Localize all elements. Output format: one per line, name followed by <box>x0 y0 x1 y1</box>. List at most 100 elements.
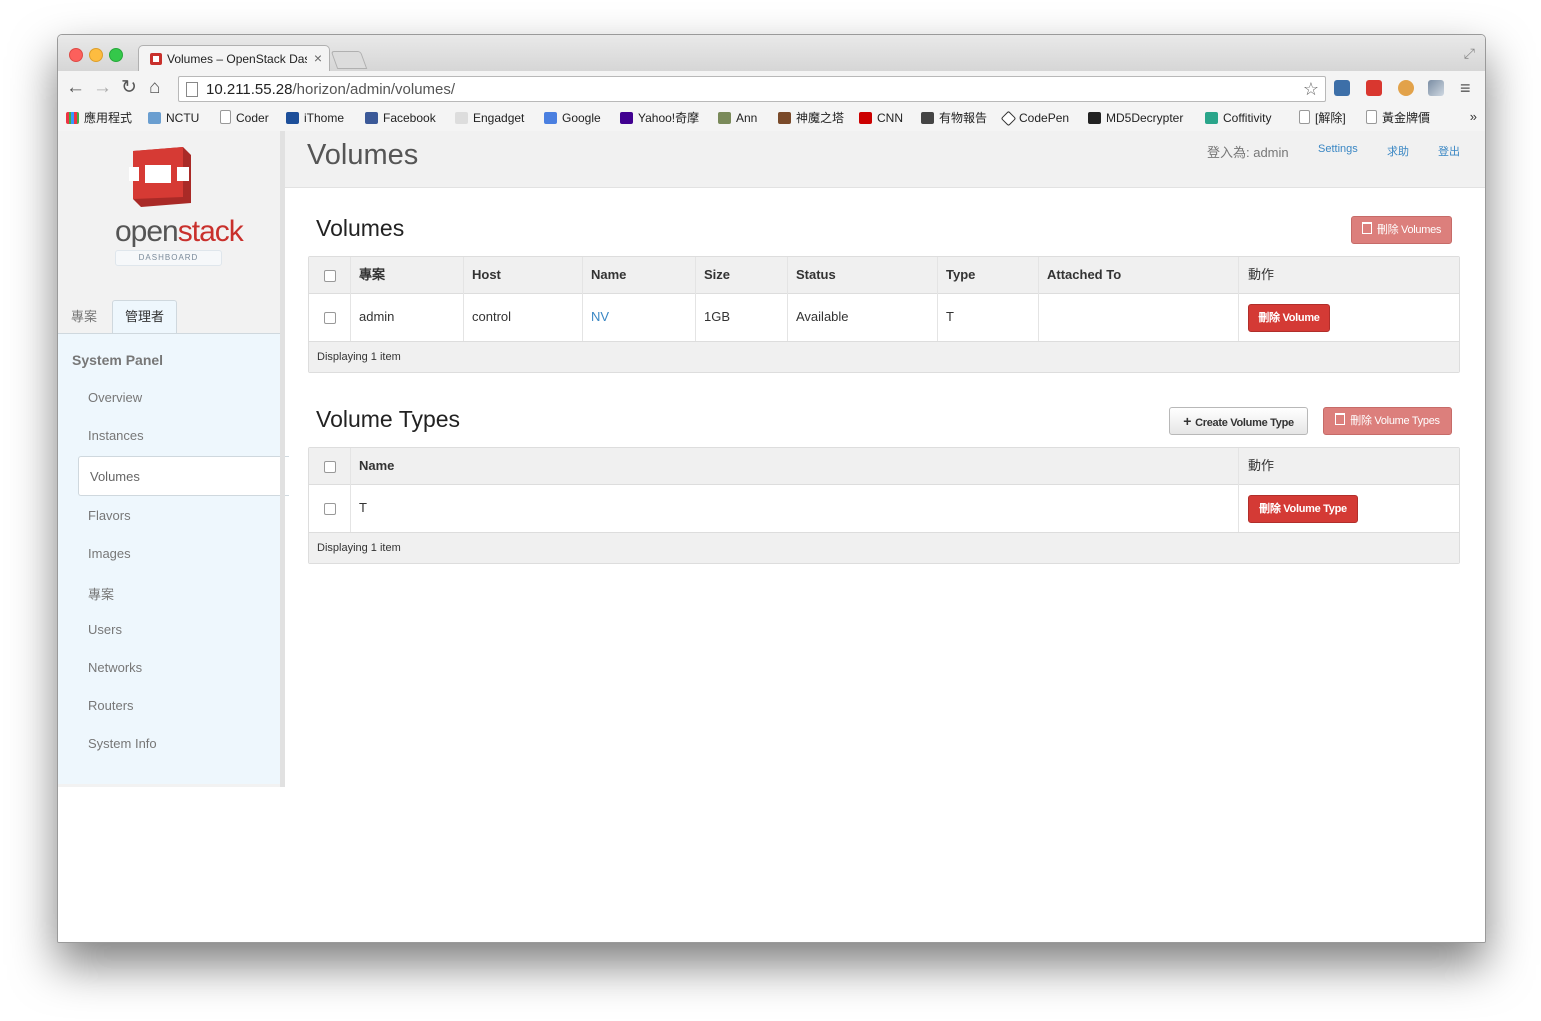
bookmark-star-icon[interactable]: ☆ <box>1303 79 1319 100</box>
tab-project[interactable]: 專案 <box>58 301 110 333</box>
bookmark-item[interactable]: Engadget <box>455 109 524 127</box>
column-header[interactable]: 專案 <box>359 257 385 293</box>
home-icon[interactable]: ⌂ <box>149 78 160 98</box>
help-link[interactable]: 求助 <box>1387 143 1409 159</box>
row-checkbox[interactable] <box>324 312 336 324</box>
sidebar-item-instances[interactable]: Instances <box>88 428 144 443</box>
logout-link[interactable]: 登出 <box>1438 143 1460 159</box>
tab-close-icon[interactable]: × <box>314 50 322 66</box>
create-volume-type-button[interactable]: + Create Volume Type <box>1169 407 1308 435</box>
openstack-favicon-icon <box>150 53 162 65</box>
browser-toolbar: ← → ↻ ⌂ 10.211.55.28/horizon/admin/volum… <box>58 71 1485 107</box>
column-header: 動作 <box>1248 267 1275 282</box>
bookmark-item[interactable]: Ann <box>718 109 757 127</box>
tab-title: Volumes – OpenStack Dashboard <box>167 52 307 66</box>
delete-volumes-button[interactable]: 刪除 Volumes <box>1351 216 1452 244</box>
volumes-table: 專案 Host Name Size Status Type Attached T… <box>308 256 1460 373</box>
new-tab-button[interactable] <box>330 51 368 69</box>
bookmark-item[interactable]: Coder <box>220 109 269 127</box>
bookmark-item[interactable]: iThome <box>286 109 344 127</box>
cell-project: admin <box>359 309 395 324</box>
tower-icon <box>778 112 791 124</box>
sidebar-item-flavors[interactable]: Flavors <box>88 508 131 523</box>
bookmark-item[interactable]: Google <box>544 109 601 127</box>
coffitivity-icon <box>1205 112 1218 124</box>
reload-icon[interactable]: ↻ <box>121 78 137 98</box>
cookie-extension-icon[interactable] <box>1398 80 1414 96</box>
md5-icon <box>1088 112 1101 124</box>
bookmark-item[interactable]: Yahoo!奇摩 <box>620 109 699 127</box>
volume-name-link[interactable]: NV <box>591 293 609 341</box>
column-header[interactable]: Status <box>796 257 836 293</box>
address-bar[interactable]: 10.211.55.28/horizon/admin/volumes/ ☆ <box>178 76 1326 102</box>
sidebar-item-routers[interactable]: Routers <box>88 698 134 713</box>
cnn-icon <box>859 112 872 124</box>
column-header[interactable]: Host <box>472 257 501 293</box>
bookmark-item[interactable]: NCTU <box>148 109 199 127</box>
menu-icon[interactable]: ≡ <box>1460 78 1471 98</box>
forward-arrow-icon[interactable]: → <box>93 78 112 98</box>
sidebar-item-overview[interactable]: Overview <box>88 390 142 405</box>
table-footer: Displaying 1 item <box>309 532 1459 563</box>
delete-volume-button[interactable]: 刪除 Volume <box>1248 304 1330 332</box>
sidebar-item-system-info[interactable]: System Info <box>88 736 157 751</box>
bookmarks-bar: 應用程式 NCTU Coder iThome Facebook Engadget… <box>58 107 1485 132</box>
cell-name: T <box>359 500 367 515</box>
back-arrow-icon[interactable]: ← <box>66 78 85 98</box>
window-zoom-button[interactable] <box>109 48 123 62</box>
bookmark-item[interactable]: CodePen <box>1000 109 1069 127</box>
settings-link[interactable]: Settings <box>1318 143 1358 155</box>
table-footer: Displaying 1 item <box>309 341 1459 372</box>
window-close-button[interactable] <box>69 48 83 62</box>
eyedropper-extension-icon[interactable] <box>1428 80 1444 96</box>
column-header[interactable]: Type <box>946 257 975 293</box>
sidebar-item-label: Volumes <box>90 469 140 484</box>
column-header[interactable]: Attached To <box>1047 257 1121 293</box>
tab-admin[interactable]: 管理者 <box>112 300 177 334</box>
row-checkbox[interactable] <box>324 503 336 515</box>
bookmark-item[interactable]: MD5Decrypter <box>1088 109 1183 127</box>
yahoo-icon <box>620 112 633 124</box>
sidebar-item-volumes[interactable]: Volumes <box>78 456 289 496</box>
bookmark-extension-icon[interactable] <box>1366 80 1382 96</box>
fullscreen-icon[interactable]: ⤢ <box>1464 45 1475 62</box>
delete-volume-types-button[interactable]: 刪除 Volume Types <box>1323 407 1452 435</box>
sidebar-item-networks[interactable]: Networks <box>88 660 142 675</box>
table-header: Name 動作 <box>309 448 1459 485</box>
page-icon <box>220 110 231 124</box>
page-icon <box>1299 110 1310 124</box>
openstack-wordmark: openstack <box>115 215 244 248</box>
page-title: Volumes <box>307 139 419 171</box>
bookmark-item[interactable]: 應用程式 <box>66 109 132 127</box>
select-all-checkbox[interactable] <box>324 461 336 473</box>
bookmark-item[interactable]: Coffitivity <box>1205 109 1271 127</box>
bookmark-item[interactable]: [解除] <box>1299 109 1346 127</box>
sidebar-item-projects[interactable]: 專案 <box>88 584 114 603</box>
column-header[interactable]: Name <box>359 448 394 484</box>
page-header: Volumes 登入為: admin Settings 求助 登出 <box>285 131 1485 188</box>
select-all-checkbox[interactable] <box>324 270 336 282</box>
window-minimize-button[interactable] <box>89 48 103 62</box>
cell-type: T <box>946 309 954 324</box>
camera-extension-icon[interactable] <box>1334 80 1350 96</box>
column-header[interactable]: Size <box>704 257 730 293</box>
bookmark-item[interactable]: CNN <box>859 109 903 127</box>
bookmark-item[interactable]: 黃金牌價 <box>1366 109 1430 127</box>
delete-volume-type-button[interactable]: 刪除 Volume Type <box>1248 495 1358 523</box>
openstack-logo-icon[interactable] <box>125 145 195 209</box>
cell-size: 1GB <box>704 309 731 324</box>
table-header: 專案 Host Name Size Status Type Attached T… <box>309 257 1459 294</box>
bookmarks-overflow-icon[interactable]: » <box>1470 109 1477 124</box>
rss-icon <box>455 112 468 124</box>
column-header[interactable]: Name <box>591 257 626 293</box>
bookmark-item[interactable]: Facebook <box>365 109 436 127</box>
table-row: T 刪除 Volume Type <box>309 484 1459 532</box>
bookmark-item[interactable]: 有物報告 <box>921 109 987 127</box>
sidebar-item-users[interactable]: Users <box>88 622 122 637</box>
sidebar-item-images[interactable]: Images <box>88 546 131 561</box>
browser-tab[interactable]: Volumes – OpenStack Dashboard × <box>138 45 330 72</box>
page-icon <box>1366 110 1377 124</box>
bookmark-item[interactable]: 神魔之塔 <box>778 109 844 127</box>
plus-icon: + <box>1183 413 1192 429</box>
cell-status: Available <box>796 309 849 324</box>
